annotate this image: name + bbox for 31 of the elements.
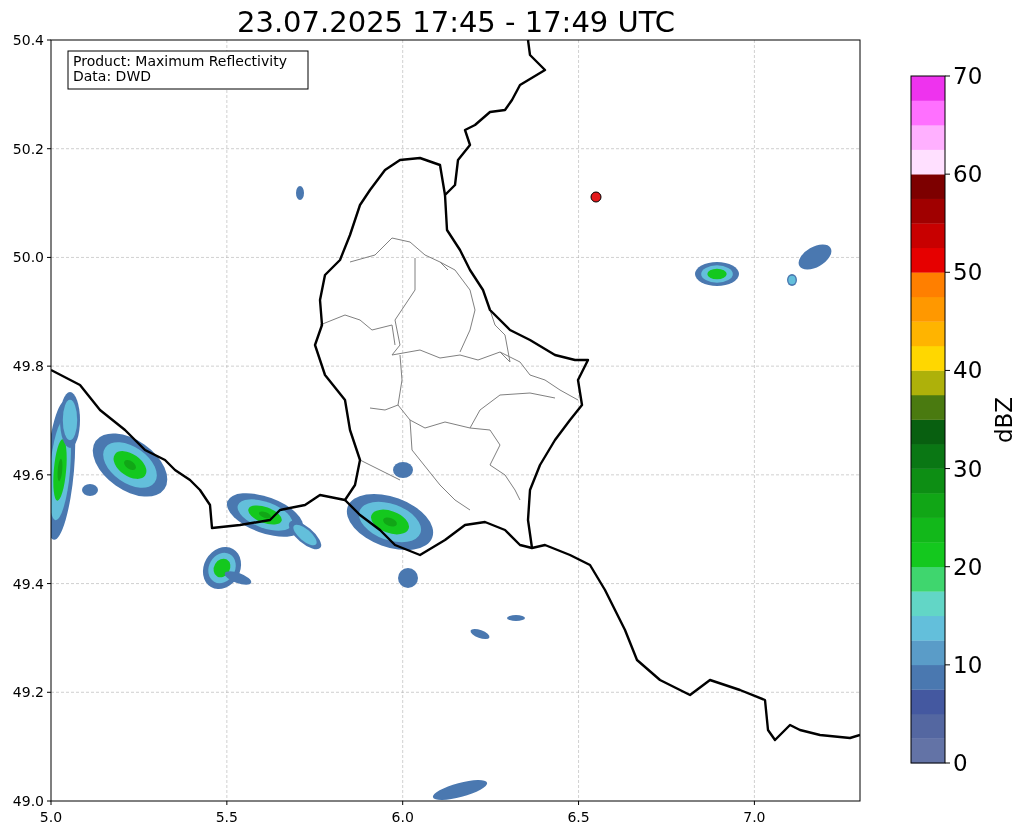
radar-echo bbox=[787, 244, 832, 286]
axis-tick-label: 50.0 bbox=[12, 249, 44, 266]
colorbar-tick-label: 50 bbox=[953, 259, 983, 286]
colorbar-tick-label: 30 bbox=[953, 455, 983, 482]
axis-tick-label: 49.2 bbox=[12, 684, 44, 701]
axis-tick-label: 5.0 bbox=[39, 809, 63, 825]
colorbar-tick-label: 40 bbox=[953, 357, 983, 384]
radar-echo bbox=[432, 780, 488, 800]
axis-tick-label: 49.6 bbox=[12, 466, 44, 483]
info-text: Data: DWD bbox=[73, 68, 151, 84]
axis-tick-label: 49.4 bbox=[12, 575, 44, 592]
axis-tick-label: 50.2 bbox=[12, 140, 44, 157]
colorbar-tick-label: 70 bbox=[953, 63, 983, 89]
radar-echo bbox=[296, 186, 304, 200]
chart-title: 23.07.2025 17:45 - 17:49 UTC bbox=[237, 5, 675, 39]
colorbar-label: dBZ bbox=[991, 396, 1017, 444]
axis-tick-label: 6.5 bbox=[567, 809, 590, 825]
axis-tick-label: 7.0 bbox=[743, 809, 766, 825]
radar-echo bbox=[470, 615, 525, 640]
axis-tick-label: 6.0 bbox=[391, 809, 414, 825]
colorbar-tick-label: 10 bbox=[953, 651, 983, 678]
location-marker bbox=[590, 191, 602, 203]
axis-tick-label: 5.5 bbox=[215, 809, 238, 825]
axis-tick-label: 50.4 bbox=[12, 32, 44, 48]
colorbar-tick-label: 20 bbox=[953, 553, 983, 580]
colorbar-tick-label: 0 bbox=[953, 750, 968, 776]
axis-tick-label: 49.8 bbox=[12, 358, 44, 375]
colorbar-tick-label: 60 bbox=[953, 161, 983, 188]
axis-tick-label: 49.0 bbox=[12, 793, 44, 809]
radar-echo bbox=[695, 262, 739, 286]
info-text: Product: Maximum Reflectivity bbox=[73, 53, 287, 69]
